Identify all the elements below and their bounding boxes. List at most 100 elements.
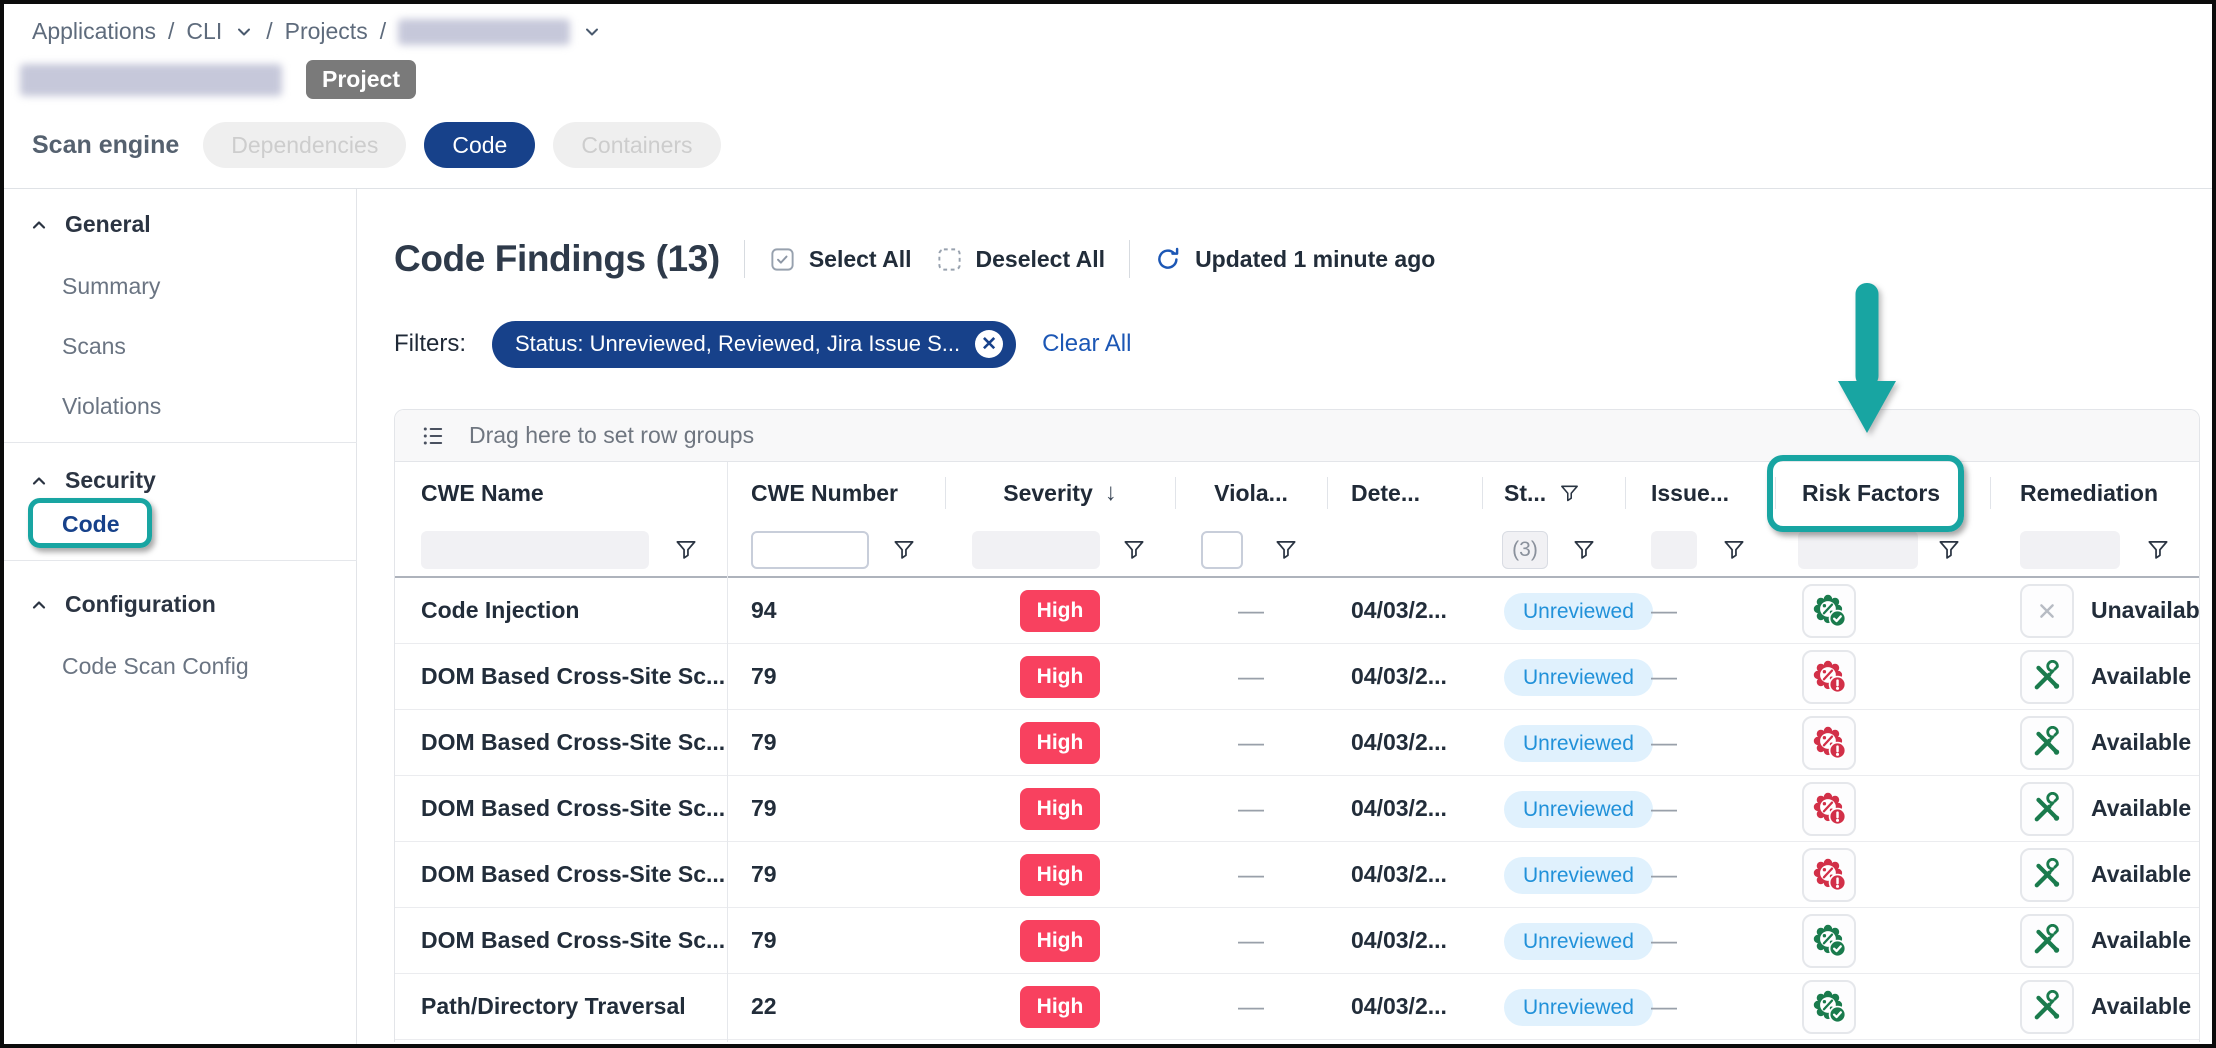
chevron-down-icon[interactable] bbox=[582, 22, 602, 42]
status-filter-chip[interactable]: Status: Unreviewed, Reviewed, Jira Issue… bbox=[492, 321, 1016, 368]
status-filter-input[interactable]: (3) bbox=[1502, 531, 1548, 569]
column-header-issue[interactable]: Issue... bbox=[1625, 462, 1775, 524]
sidebar-section-security[interactable]: Security bbox=[29, 467, 156, 494]
select-all-button[interactable]: Select All bbox=[769, 246, 912, 273]
risk-factor-button[interactable] bbox=[1802, 980, 1856, 1034]
column-header-detected[interactable]: Dete... bbox=[1327, 462, 1482, 524]
filter-cell-issue bbox=[1625, 524, 1775, 576]
remediation-label: Unavailable bbox=[2091, 597, 2200, 624]
clear-all-filters-button[interactable]: Clear All bbox=[1042, 330, 1131, 358]
cell-status: Unreviewed bbox=[1482, 993, 1625, 1020]
cell-detected: 04/03/2... bbox=[1327, 795, 1482, 822]
sidebar-item-violations[interactable]: Violations bbox=[62, 393, 161, 420]
chevron-up-icon bbox=[29, 471, 49, 491]
remediation-icon-frame bbox=[2020, 782, 2074, 836]
cell-issue: — bbox=[1625, 727, 1775, 758]
cell-cwe-number: 79 bbox=[727, 729, 945, 756]
scan-engine-code[interactable]: Code bbox=[424, 122, 535, 168]
app-window: { "breadcrumb": { "items": ["Application… bbox=[0, 0, 2216, 1048]
risk-factor-button[interactable] bbox=[1802, 584, 1856, 638]
column-header-severity[interactable]: Severity ↓ bbox=[945, 462, 1175, 524]
funnel-icon[interactable] bbox=[1571, 537, 1597, 563]
risk-factor-button[interactable] bbox=[1802, 650, 1856, 704]
sidebar-divider bbox=[4, 560, 357, 561]
column-header-cwe-number[interactable]: CWE Number bbox=[727, 462, 945, 524]
cell-detected: 04/03/2... bbox=[1327, 927, 1482, 954]
funnel-icon[interactable] bbox=[1936, 537, 1962, 563]
filters-bar: Filters: Status: Unreviewed, Reviewed, J… bbox=[394, 320, 1131, 368]
cell-cwe-name: DOM Based Cross-Site Sc... bbox=[395, 729, 727, 756]
table-row[interactable]: DOM Based Cross-Site Sc... 79 High — 04/… bbox=[395, 644, 2199, 710]
cwe-name-filter-input[interactable] bbox=[421, 531, 649, 569]
breadcrumb-cli[interactable]: CLI bbox=[186, 18, 222, 45]
filter-cell-remediation bbox=[1990, 524, 2199, 576]
scan-engine-containers[interactable]: Containers bbox=[553, 122, 720, 168]
sidebar-item-summary[interactable]: Summary bbox=[62, 273, 160, 300]
separator bbox=[744, 240, 745, 278]
breadcrumb-applications[interactable]: Applications bbox=[32, 18, 156, 45]
risk-factor-button[interactable] bbox=[1802, 716, 1856, 770]
exploit-maturity-alert-icon bbox=[1811, 856, 1848, 893]
sidebar-item-code-scan-config[interactable]: Code Scan Config bbox=[62, 653, 249, 680]
remove-filter-icon[interactable]: ✕ bbox=[975, 330, 1003, 358]
table-row[interactable]: Code Injection 94 High — 04/03/2... Unre… bbox=[395, 578, 2199, 644]
funnel-icon[interactable] bbox=[1273, 537, 1299, 563]
filter-cell-detected bbox=[1327, 524, 1482, 576]
column-header-violations[interactable]: Viola... bbox=[1175, 462, 1327, 524]
funnel-icon[interactable] bbox=[673, 537, 699, 563]
refresh-icon[interactable] bbox=[1154, 245, 1182, 273]
table-row[interactable]: DOM Based Cross-Site Sc... 79 High — 04/… bbox=[395, 710, 2199, 776]
table-filter-row: (3) bbox=[395, 524, 2199, 578]
cell-issue: — bbox=[1625, 793, 1775, 824]
column-label: Remediation bbox=[2020, 480, 2158, 507]
risk-factor-button[interactable] bbox=[1802, 848, 1856, 902]
sidebar-section-general[interactable]: General bbox=[29, 211, 151, 238]
remediation-filter-input[interactable] bbox=[2020, 531, 2120, 569]
tools-icon bbox=[2030, 792, 2064, 826]
column-header-cwe-name[interactable]: CWE Name bbox=[395, 462, 727, 524]
sidebar: General Summary Scans Violations Securit… bbox=[4, 189, 357, 1044]
column-header-risk-factors[interactable]: Risk Factors bbox=[1775, 462, 1990, 524]
pinned-column-divider bbox=[727, 462, 728, 1042]
row-group-dropzone[interactable]: Drag here to set row groups bbox=[395, 410, 2199, 462]
column-header-remediation[interactable]: Remediation bbox=[1990, 462, 2199, 524]
remediation-indicator: Available bbox=[2020, 914, 2191, 968]
cell-issue: — bbox=[1625, 925, 1775, 956]
deselect-all-button[interactable]: Deselect All bbox=[936, 246, 1106, 273]
sidebar-item-scans[interactable]: Scans bbox=[62, 333, 126, 360]
funnel-icon[interactable] bbox=[1121, 537, 1147, 563]
cell-violations: — bbox=[1175, 793, 1327, 824]
sidebar-item-code[interactable]: Code bbox=[62, 511, 120, 538]
risk-factor-button[interactable] bbox=[1802, 782, 1856, 836]
chevron-down-icon[interactable] bbox=[234, 22, 254, 42]
severity-filter-input[interactable] bbox=[972, 531, 1100, 569]
violations-filter-input[interactable] bbox=[1201, 531, 1243, 569]
sidebar-section-configuration[interactable]: Configuration bbox=[29, 591, 216, 618]
scan-engine-dependencies[interactable]: Dependencies bbox=[203, 122, 406, 168]
cell-risk-factors bbox=[1775, 584, 1990, 638]
risk-factors-filter-input[interactable] bbox=[1798, 531, 1918, 569]
table-row[interactable]: Path/Directory Traversal 22 High — 04/03… bbox=[395, 974, 2199, 1040]
funnel-icon[interactable] bbox=[1721, 537, 1747, 563]
cell-cwe-number: 22 bbox=[727, 993, 945, 1020]
cell-severity: High bbox=[945, 854, 1175, 896]
select-all-label: Select All bbox=[809, 246, 912, 273]
column-header-status[interactable]: St... bbox=[1482, 462, 1625, 524]
funnel-icon[interactable] bbox=[891, 537, 917, 563]
table-row[interactable]: DOM Based Cross-Site Sc... 79 High — 04/… bbox=[395, 908, 2199, 974]
severity-badge: High bbox=[1020, 722, 1101, 764]
table-row[interactable]: DOM Based Cross-Site Sc... 79 High — 04/… bbox=[395, 842, 2199, 908]
scan-engine-toggle: Scan engine Dependencies Code Containers bbox=[32, 122, 721, 168]
breadcrumb-projects[interactable]: Projects bbox=[285, 18, 368, 45]
table-row[interactable]: DOM Based Cross-Site Sc... 79 High — 04/… bbox=[395, 776, 2199, 842]
column-label: Viola... bbox=[1214, 480, 1288, 507]
filter-cell-status: (3) bbox=[1482, 524, 1625, 576]
column-label: Dete... bbox=[1351, 480, 1420, 507]
risk-factor-button[interactable] bbox=[1802, 914, 1856, 968]
cwe-number-filter-input[interactable] bbox=[751, 531, 869, 569]
remediation-icon-frame bbox=[2020, 716, 2074, 770]
cell-risk-factors bbox=[1775, 848, 1990, 902]
severity-badge: High bbox=[1020, 920, 1101, 962]
issue-filter-input[interactable] bbox=[1651, 531, 1697, 569]
funnel-icon[interactable] bbox=[2145, 537, 2171, 563]
